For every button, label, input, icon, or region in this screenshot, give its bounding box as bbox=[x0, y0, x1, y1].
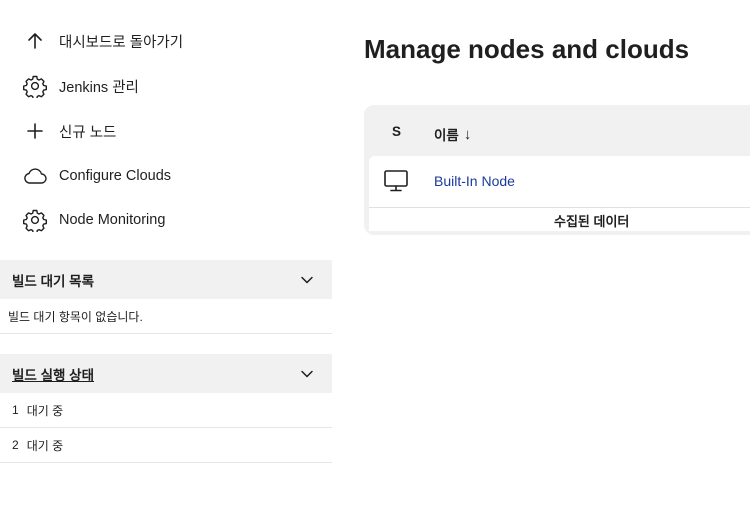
arrow-up-icon bbox=[22, 28, 48, 54]
sidebar-item-label: 신규 노드 bbox=[59, 124, 117, 141]
main-content: Manage nodes and clouds S 이름 ↓ Built-In … bbox=[364, 0, 750, 512]
sidebar-item-label: 대시보드로 돌아가기 bbox=[59, 34, 184, 51]
executor-row: 2 대기 중 bbox=[0, 428, 332, 463]
sidebar-item-new-node[interactable]: 신규 노드 bbox=[22, 116, 116, 146]
plus-icon bbox=[22, 118, 48, 144]
sidebar: 대시보드로 돌아가기 Jenkins 관리 신규 노드 Configure Cl… bbox=[0, 0, 332, 512]
column-header-status[interactable]: S bbox=[392, 124, 401, 139]
chevron-down-icon[interactable] bbox=[300, 367, 314, 381]
executor-number: 1 bbox=[12, 403, 19, 417]
executor-status: 대기 중 bbox=[26, 438, 64, 453]
cloud-icon bbox=[22, 163, 48, 189]
column-header-name-label: 이름 bbox=[434, 128, 459, 143]
chevron-down-icon[interactable] bbox=[300, 273, 314, 287]
sidebar-item-label: Jenkins 관리 bbox=[59, 79, 139, 96]
table-footer: 수집된 데이터 bbox=[369, 207, 750, 231]
sidebar-item-back-to-dashboard[interactable]: 대시보드로 돌아가기 bbox=[22, 26, 183, 56]
executor-status: 대기 중 bbox=[26, 403, 64, 418]
sidebar-item-configure-clouds[interactable]: Configure Clouds bbox=[22, 161, 171, 191]
computer-icon bbox=[383, 169, 409, 198]
table-footer-label: 수집된 데이터 bbox=[554, 214, 630, 229]
node-link[interactable]: Built-In Node bbox=[434, 173, 515, 189]
build-queue-header[interactable]: 빌드 대기 목록 bbox=[0, 260, 332, 299]
sort-arrow-icon: ↓ bbox=[463, 125, 472, 143]
executor-status-header[interactable]: 빌드 실행 상태 bbox=[0, 354, 332, 393]
sidebar-item-manage-jenkins[interactable]: Jenkins 관리 bbox=[22, 71, 139, 101]
sidebar-item-label: Configure Clouds bbox=[59, 168, 172, 184]
table-row: Built-In Node bbox=[369, 156, 750, 210]
gear-icon bbox=[22, 73, 48, 99]
build-queue-title: 빌드 대기 목록 bbox=[12, 273, 95, 289]
gear-icon bbox=[22, 207, 48, 233]
build-queue-empty: 빌드 대기 항목이 없습니다. bbox=[0, 299, 332, 334]
sidebar-item-node-monitoring[interactable]: Node Monitoring bbox=[22, 205, 165, 235]
executor-row: 1 대기 중 bbox=[0, 393, 332, 428]
page-title: Manage nodes and clouds bbox=[364, 34, 690, 64]
executor-status-title[interactable]: 빌드 실행 상태 bbox=[12, 364, 94, 384]
column-header-name[interactable]: 이름 ↓ bbox=[434, 124, 471, 144]
executor-number: 2 bbox=[12, 438, 19, 452]
nodes-table: S 이름 ↓ Built-In Node 수집된 데이터 bbox=[364, 105, 750, 235]
build-queue-empty-message: 빌드 대기 항목이 없습니다. bbox=[8, 309, 143, 324]
sidebar-item-label: Node Monitoring bbox=[59, 212, 166, 228]
